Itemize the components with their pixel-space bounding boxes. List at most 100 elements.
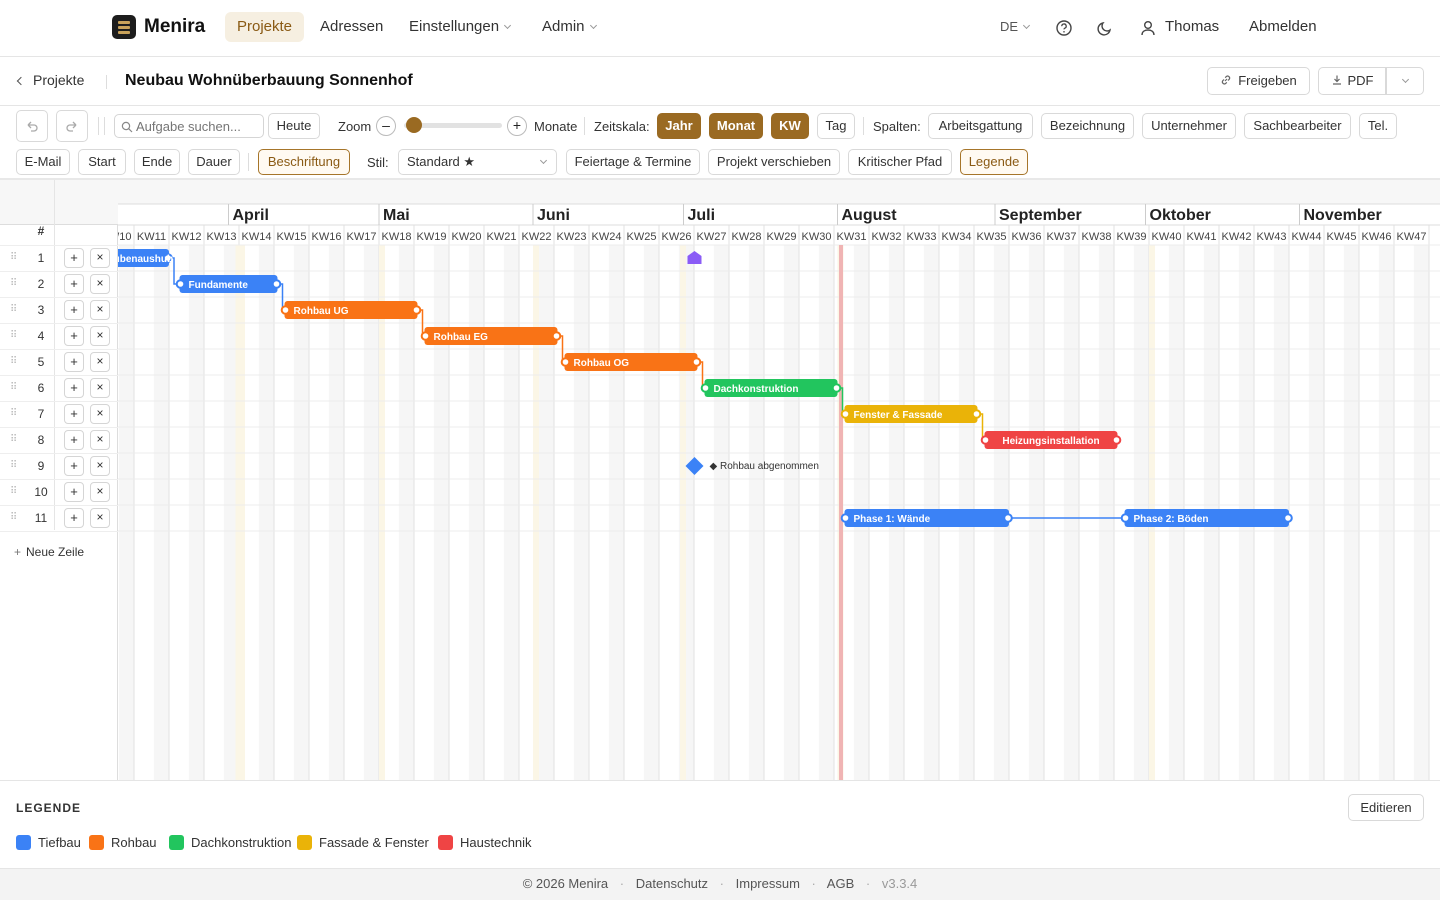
- add-row-button[interactable]: +: [64, 482, 84, 502]
- drag-handle-icon[interactable]: ⠿: [10, 435, 18, 445]
- add-row-button[interactable]: +: [64, 274, 84, 294]
- column-start-button[interactable]: Start: [78, 149, 126, 175]
- column-arbeitsgattung-button[interactable]: Arbeitsgattung: [928, 113, 1033, 139]
- bar-start-handle[interactable]: [840, 409, 851, 419]
- footer-link-datenschutz[interactable]: Datenschutz: [636, 876, 708, 891]
- column-bezeichnung-button[interactable]: Bezeichnung: [1041, 113, 1134, 139]
- column-unternehmer-button[interactable]: Unternehmer: [1142, 113, 1236, 139]
- stil-select[interactable]: Standard ★: [398, 149, 557, 175]
- add-row-button[interactable]: +: [64, 378, 84, 398]
- delete-row-button[interactable]: ×: [90, 404, 110, 424]
- kritischer-pfad-button[interactable]: Kritischer Pfad: [848, 149, 952, 175]
- add-row-button[interactable]: +: [64, 456, 84, 476]
- moon-icon[interactable]: [1096, 19, 1114, 37]
- bar-start-handle[interactable]: [700, 383, 711, 393]
- add-row-button[interactable]: +: [64, 508, 84, 528]
- column-sachbearbeiter-button[interactable]: Sachbearbeiter: [1244, 113, 1351, 139]
- bar-end-handle[interactable]: [1003, 513, 1013, 523]
- zoom-in-button[interactable]: +: [507, 116, 527, 136]
- zeitskala-label: Zeitskala:: [594, 119, 650, 134]
- pdf-button[interactable]: PDF: [1318, 67, 1386, 95]
- column-dauer-button[interactable]: Dauer: [188, 149, 240, 175]
- bar-start-handle[interactable]: [1120, 513, 1131, 523]
- scale-kw-button[interactable]: KW: [771, 113, 809, 139]
- drag-handle-icon[interactable]: ⠿: [10, 305, 18, 315]
- delete-row-button[interactable]: ×: [90, 274, 110, 294]
- search-input[interactable]: [136, 117, 260, 135]
- bar-start-handle[interactable]: [560, 357, 571, 367]
- add-row-button[interactable]: +: [64, 248, 84, 268]
- nav-einstellungen[interactable]: Einstellungen: [397, 12, 522, 42]
- bar-end-handle[interactable]: [831, 383, 842, 393]
- logout-link[interactable]: Abmelden: [1237, 12, 1329, 42]
- bar-start-handle[interactable]: [175, 279, 186, 289]
- bar-end-handle[interactable]: [1283, 513, 1293, 523]
- beschriftung-button[interactable]: Beschriftung: [258, 149, 350, 175]
- delete-row-button[interactable]: ×: [90, 326, 110, 346]
- footer-link-agb[interactable]: AGB: [827, 876, 854, 891]
- bar-end-handle[interactable]: [1111, 435, 1122, 445]
- scale-monat-button[interactable]: Monat: [709, 113, 763, 139]
- nav-projekte[interactable]: Projekte: [225, 12, 305, 42]
- column-tel-button[interactable]: Tel.: [1359, 113, 1397, 139]
- bar-end-handle[interactable]: [551, 331, 562, 341]
- delete-row-button[interactable]: ×: [90, 352, 110, 372]
- delete-row-button[interactable]: ×: [90, 456, 110, 476]
- footer-link-impressum[interactable]: Impressum: [736, 876, 800, 891]
- scale-jahr-button[interactable]: Jahr: [657, 113, 701, 139]
- user-name[interactable]: Thomas: [1153, 12, 1231, 42]
- scale-tag-button[interactable]: Tag: [817, 113, 855, 139]
- add-row-button[interactable]: +: [64, 430, 84, 450]
- nav-admin[interactable]: Admin: [530, 12, 608, 42]
- column-email-button[interactable]: E-Mail: [16, 149, 70, 175]
- bar-start-handle[interactable]: [280, 305, 291, 315]
- add-row-button[interactable]: +: [64, 326, 84, 346]
- app-name[interactable]: Menira: [144, 16, 205, 38]
- bar-end-handle[interactable]: [971, 409, 982, 419]
- add-row-button[interactable]: +: [64, 352, 84, 372]
- drag-handle-icon[interactable]: ⠿: [10, 409, 18, 419]
- delete-row-button[interactable]: ×: [90, 248, 110, 268]
- back-link[interactable]: Projekte: [16, 72, 84, 88]
- drag-handle-icon[interactable]: ⠿: [10, 279, 18, 289]
- menira-logo-icon[interactable]: [112, 15, 136, 39]
- column-ende-button[interactable]: Ende: [134, 149, 180, 175]
- legend-edit-button[interactable]: Editieren: [1348, 794, 1424, 821]
- drag-handle-icon[interactable]: ⠿: [10, 383, 18, 393]
- drag-handle-icon[interactable]: ⠿: [10, 487, 18, 497]
- language-select[interactable]: DE: [988, 12, 1041, 42]
- new-row-button[interactable]: + Neue Zeile: [14, 545, 84, 559]
- delete-row-button[interactable]: ×: [90, 378, 110, 398]
- delete-row-button[interactable]: ×: [90, 482, 110, 502]
- search-box[interactable]: [114, 114, 264, 138]
- drag-handle-icon[interactable]: ⠿: [10, 461, 18, 471]
- add-row-button[interactable]: +: [64, 300, 84, 320]
- projekt-verschieben-button[interactable]: Projekt verschieben: [708, 149, 840, 175]
- zoom-slider-thumb[interactable]: [405, 117, 422, 133]
- bar-start-handle[interactable]: [980, 435, 991, 445]
- legende-button[interactable]: Legende: [960, 149, 1028, 175]
- bar-end-handle[interactable]: [411, 305, 422, 315]
- nav-adressen[interactable]: Adressen: [308, 12, 395, 42]
- legend-item-tiefbau: Tiefbau: [16, 835, 81, 850]
- add-row-button[interactable]: +: [64, 404, 84, 424]
- drag-handle-icon[interactable]: ⠿: [10, 357, 18, 367]
- bar-start-handle[interactable]: [420, 331, 431, 341]
- bar-end-handle[interactable]: [271, 279, 282, 289]
- drag-handle-icon[interactable]: ⠿: [10, 331, 18, 341]
- zoom-out-button[interactable]: –: [376, 116, 396, 136]
- delete-row-button[interactable]: ×: [90, 300, 110, 320]
- undo-button[interactable]: [16, 110, 48, 142]
- drag-handle-icon[interactable]: ⠿: [10, 253, 18, 263]
- feiertage-button[interactable]: Feiertage & Termine: [566, 149, 700, 175]
- delete-row-button[interactable]: ×: [90, 508, 110, 528]
- help-icon[interactable]: [1055, 19, 1073, 37]
- redo-button[interactable]: [56, 110, 88, 142]
- pdf-options-button[interactable]: [1386, 67, 1424, 95]
- delete-row-button[interactable]: ×: [90, 430, 110, 450]
- bar-start-handle[interactable]: [840, 513, 851, 523]
- today-button[interactable]: Heute: [268, 113, 320, 139]
- drag-handle-icon[interactable]: ⠿: [10, 513, 18, 523]
- bar-end-handle[interactable]: [691, 357, 702, 367]
- share-button[interactable]: Freigeben: [1207, 67, 1310, 95]
